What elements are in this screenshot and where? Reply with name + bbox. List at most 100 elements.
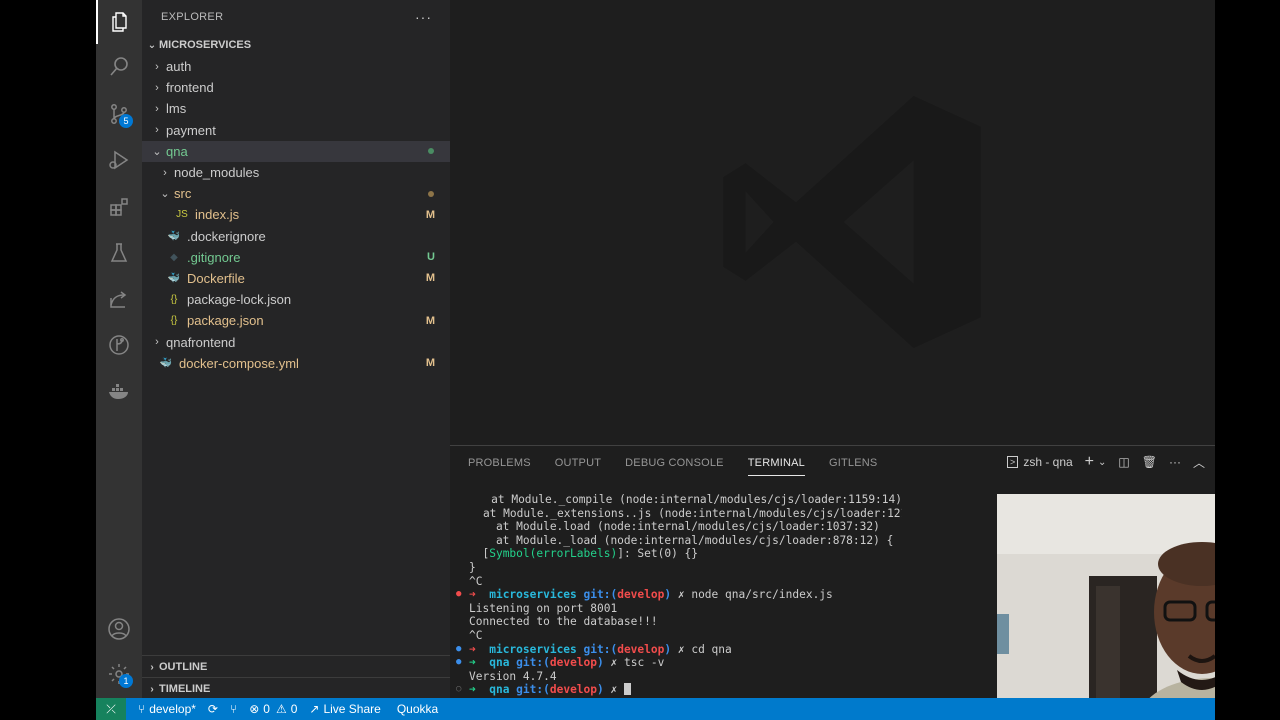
run-debug-icon[interactable] xyxy=(96,138,142,182)
terminal-text: develop xyxy=(549,656,598,670)
gitlens-icon[interactable] xyxy=(96,323,142,367)
tree-item-package-json[interactable]: {} package.json M xyxy=(142,310,450,331)
command-decoration-icon xyxy=(456,561,469,575)
tree-item-qnafrontend[interactable]: › qnafrontend xyxy=(142,331,450,352)
terminal-text: ✗ xyxy=(677,588,692,602)
terminal-text: } xyxy=(469,560,476,574)
editor-area[interactable] xyxy=(450,0,1215,445)
trash-icon[interactable]: 🗑 xyxy=(1142,455,1157,469)
terminal-line: ^C xyxy=(456,629,902,643)
branch-icon: ⑂ xyxy=(138,702,146,716)
testing-icon[interactable] xyxy=(96,231,142,275)
tree-item-package-lock-json[interactable]: {} package-lock.json xyxy=(142,289,450,310)
tab-terminal[interactable]: TERMINAL xyxy=(747,451,805,476)
tree-item-dockerfile[interactable]: 🐳 Dockerfile M xyxy=(142,268,450,289)
terminal-name[interactable]: zsh - qna xyxy=(1023,455,1072,469)
terminal-output[interactable]: at Module._compile (node:internal/module… xyxy=(456,493,902,698)
left-letterbox xyxy=(0,0,96,720)
terminal-line: ^C xyxy=(456,575,902,589)
terminal-text: ]: Set(0) {} xyxy=(617,547,699,561)
live-share-icon[interactable] xyxy=(96,277,142,321)
tree-item-src[interactable]: ⌄ src xyxy=(142,183,450,204)
terminal-text: node qna/src/index.js xyxy=(691,588,833,602)
tree-item-gitignore[interactable]: ◆ .gitignore U xyxy=(142,247,450,268)
sync-icon: ⟳ xyxy=(207,702,218,716)
docker-file-icon: 🐳 xyxy=(167,272,181,284)
chevron-down-icon[interactable]: ⌄ xyxy=(1098,457,1106,468)
command-decoration-icon xyxy=(456,547,469,561)
tree-item-frontend[interactable]: › frontend xyxy=(142,77,450,98)
split-terminal-icon[interactable]: ◫ xyxy=(1118,455,1129,469)
gitlens-status[interactable]: ⑂ xyxy=(230,702,237,716)
terminal-text: at Module._load (node:internal/modules/c… xyxy=(469,533,894,547)
terminal-line: Connected to the database!!! xyxy=(456,615,902,629)
explorer-header: EXPLORER ··· xyxy=(142,0,450,34)
tab-gitlens[interactable]: GITLENS xyxy=(829,451,877,475)
tab-problems[interactable]: PROBLEMS xyxy=(468,451,531,475)
tab-debug-console[interactable]: DEBUG CONSOLE xyxy=(625,451,724,475)
vscode-window: 5 1 EXPLORER ··· ⌄ MICROSERVICES › auth … xyxy=(96,0,1215,720)
branch-status[interactable]: ⑂ develop* xyxy=(138,702,196,716)
command-decoration-icon: ○ xyxy=(456,684,462,695)
tree-item-lms[interactable]: › lms xyxy=(142,98,450,119)
tree-item-label: node_modules xyxy=(174,165,260,181)
live-share-status[interactable]: ↗ Live Share xyxy=(309,702,380,716)
chevron-right-icon: › xyxy=(155,336,159,349)
workspace-root[interactable]: ⌄ MICROSERVICES xyxy=(142,34,450,56)
new-terminal-icon[interactable]: + xyxy=(1085,453,1094,471)
command-decoration-icon xyxy=(456,575,469,589)
warning-count: 0 xyxy=(290,702,298,716)
tree-item-payment[interactable]: › payment xyxy=(142,120,450,141)
search-icon[interactable] xyxy=(96,45,142,89)
tree-item-label: package-lock.json xyxy=(187,292,292,308)
source-control-badge: 5 xyxy=(119,114,133,128)
terminal-text: ➜ xyxy=(469,588,490,602)
docker-icon[interactable] xyxy=(96,369,142,413)
git-status-dot xyxy=(428,148,434,155)
git-status-badge: M xyxy=(425,314,435,327)
error-count: 0 xyxy=(263,702,270,716)
tree-item-qna[interactable]: ⌄ qna xyxy=(142,140,450,162)
chevron-right-icon: › xyxy=(155,60,159,73)
tree-item-dockerignore[interactable]: 🐳 .dockerignore xyxy=(142,226,450,247)
activity-bar: 5 1 xyxy=(96,0,142,698)
maximize-panel-icon[interactable]: ︿ xyxy=(1193,454,1205,471)
quokka-status[interactable]: Quokka xyxy=(397,702,438,716)
terminal-text: at Module._extensions..js (node:internal… xyxy=(456,506,902,520)
account-icon[interactable] xyxy=(96,607,142,651)
problems-status[interactable]: ⊗ 0 ⚠ 0 xyxy=(249,702,297,716)
tree-item-label: Dockerfile xyxy=(187,270,245,286)
more-actions-icon[interactable]: ··· xyxy=(1169,455,1181,469)
explorer-icon[interactable] xyxy=(96,0,144,44)
terminal-text: cd qna xyxy=(691,642,732,656)
chevron-down-icon: ⌄ xyxy=(152,145,162,158)
command-decoration-icon xyxy=(456,520,469,534)
command-decoration-icon xyxy=(456,602,469,616)
remote-indicator-icon[interactable]: ⤫ xyxy=(96,698,126,720)
outline-section[interactable]: › OUTLINE xyxy=(142,655,450,678)
tree-item-label: qna xyxy=(166,143,188,159)
terminal-text: ➜ xyxy=(469,656,490,670)
terminal-text: ➜ xyxy=(469,683,490,697)
tab-output[interactable]: OUTPUT xyxy=(555,451,601,475)
tree-item-label: lms xyxy=(166,101,187,117)
chevron-right-icon: › xyxy=(155,124,159,137)
extensions-icon[interactable] xyxy=(96,185,142,229)
outline-label: OUTLINE xyxy=(159,661,208,673)
right-letterbox xyxy=(1215,0,1280,720)
sync-button[interactable]: ⟳ xyxy=(208,702,218,716)
source-control-icon[interactable]: 5 xyxy=(96,92,142,136)
terminal-text: git:( xyxy=(583,642,618,656)
git-status-badge: U xyxy=(427,251,435,264)
manage-gear-icon[interactable]: 1 xyxy=(96,652,142,696)
terminal-text: Version 4.7.4 xyxy=(469,669,557,683)
tree-item-node-modules[interactable]: › node_modules xyxy=(142,162,450,183)
terminal-text: git:( xyxy=(516,656,550,670)
gitlens-status-icon: ⑂ xyxy=(229,702,238,716)
terminal-text: develop xyxy=(549,683,598,697)
timeline-section[interactable]: › TIMELINE xyxy=(142,677,450,700)
tree-item-auth[interactable]: › auth xyxy=(142,56,450,77)
more-actions-icon[interactable]: ··· xyxy=(415,9,432,25)
tree-item-index-js[interactable]: JS index.js M xyxy=(142,204,450,225)
tree-item-docker-compose-yml[interactable]: 🐳 docker-compose.yml M xyxy=(142,353,450,374)
